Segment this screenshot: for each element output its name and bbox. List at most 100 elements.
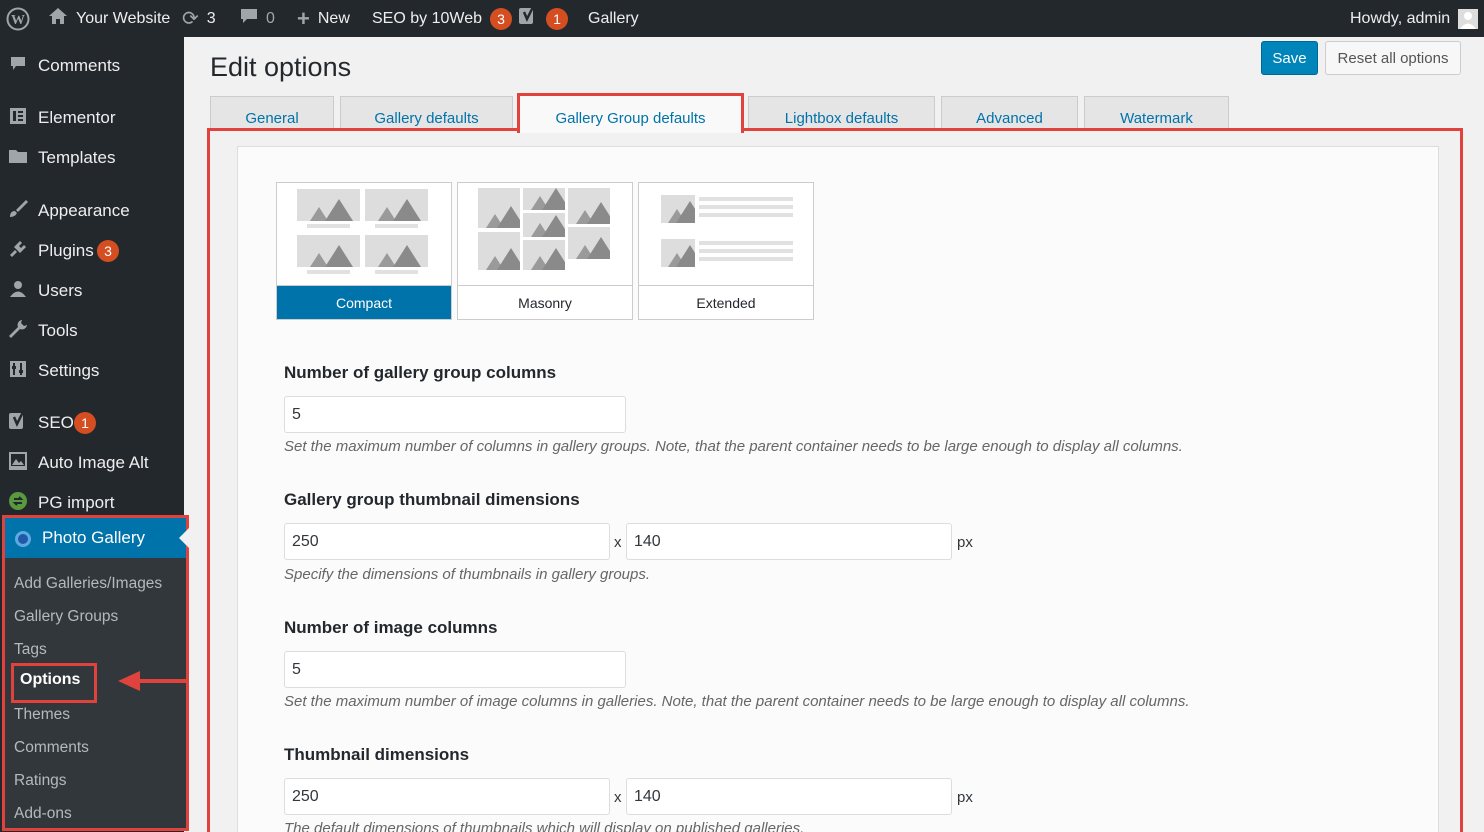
yoast-badge: 1 [546, 7, 568, 30]
updates-count: 3 [206, 9, 216, 27]
update-icon: ⟳ [182, 8, 199, 30]
sidebar-item-tools[interactable]: Tools [0, 313, 184, 349]
gallery-label: Gallery [588, 9, 639, 27]
tab-watermark[interactable]: Watermark [1084, 96, 1229, 132]
yoast-link[interactable]: 1 [518, 0, 568, 37]
save-button[interactable]: Save [1261, 41, 1318, 75]
wordpress-icon[interactable]: W [6, 0, 30, 37]
submenu-add-ons[interactable]: Add-ons [14, 805, 72, 823]
submenu-tags[interactable]: Tags [14, 641, 47, 659]
sidebar-item-label: Auto Image Alt [38, 453, 149, 472]
thumbnail-width-input[interactable]: 250 [284, 778, 610, 815]
sidebar-item-plugins[interactable]: Plugins 3 [0, 233, 184, 269]
view-compact[interactable]: Compact [276, 182, 452, 320]
brush-icon [7, 199, 29, 224]
seo-10web-link[interactable]: SEO by 10Web 3 [372, 0, 512, 37]
settings-icon [7, 360, 29, 383]
thumbnail-height-input[interactable]: 140 [626, 778, 952, 815]
tab-general[interactable]: General [210, 96, 334, 132]
photo-gallery-label: Photo Gallery [42, 528, 145, 547]
annotation-arrow-head [118, 671, 140, 691]
sidebar-item-appearance[interactable]: Appearance [0, 193, 184, 229]
yoast-icon [7, 410, 29, 436]
group-thumbnail-dimensions-label: Gallery group thumbnail dimensions [284, 490, 580, 509]
user-icon [7, 280, 29, 303]
sidebar-item-seo[interactable]: SEO 1 [0, 405, 184, 441]
admin-bar: W Your Website ⟳ 3 0 + New SEO by 10Web … [0, 0, 1484, 37]
tab-gallery-defaults[interactable]: Gallery defaults [340, 96, 513, 132]
gallery-link[interactable]: Gallery [588, 0, 639, 37]
tab-gallery-group-defaults[interactable]: Gallery Group defaults [517, 93, 744, 133]
sidebar-item-label: Tools [38, 321, 78, 340]
gallery-group-columns-label: Number of gallery group columns [284, 363, 557, 382]
submenu-themes[interactable]: Themes [14, 706, 70, 724]
image-icon [7, 451, 29, 476]
sidebar-item-label: PG import [38, 493, 115, 512]
comments-link[interactable]: 0 [240, 0, 275, 37]
site-name-link[interactable]: Your Website [48, 0, 170, 37]
howdy-text: Howdy, admin [1350, 9, 1451, 27]
sidebar-item-settings[interactable]: Settings [0, 353, 184, 389]
home-icon [48, 7, 68, 30]
plugins-badge: 3 [97, 240, 119, 262]
sidebar-item-auto-image-alt[interactable]: Auto Image Alt [0, 445, 184, 481]
dimension-separator: x [614, 789, 622, 806]
sidebar-item-templates[interactable]: Templates [0, 140, 184, 176]
site-name: Your Website [76, 9, 171, 27]
comment-icon [7, 56, 29, 77]
plugin-icon [7, 239, 29, 264]
updates-link[interactable]: ⟳ 3 [182, 0, 216, 37]
sidebar-item-label: Appearance [38, 201, 130, 220]
seo-label: SEO by 10Web [372, 9, 482, 27]
sidebar-item-label: Settings [38, 361, 100, 380]
submenu-add-galleries[interactable]: Add Galleries/Images [14, 575, 162, 593]
new-label: New [317, 9, 350, 27]
dimension-separator: x [614, 534, 622, 551]
submenu-options[interactable]: Options [20, 671, 80, 689]
active-indicator [179, 528, 189, 548]
sidebar-item-users[interactable]: Users [0, 273, 184, 309]
new-content-link[interactable]: + New [297, 0, 350, 37]
folder-icon [7, 148, 29, 169]
gallery-group-columns-description: Set the maximum number of columns in gal… [284, 438, 1183, 455]
account-menu[interactable]: Howdy, admin [1350, 0, 1479, 37]
page-title: Edit options [210, 52, 352, 82]
options-content: Compact Masonry Extended Number of galle… [237, 146, 1439, 832]
photo-gallery-menu: Photo Gallery Add Galleries/Images Galle… [2, 515, 189, 831]
extended-preview [639, 183, 813, 284]
sidebar-item-label: Users [38, 281, 83, 300]
image-columns-input[interactable]: 5 [284, 651, 626, 688]
yoast-icon [518, 6, 538, 31]
photo-gallery-icon [15, 531, 31, 547]
tab-lightbox-defaults[interactable]: Lightbox defaults [748, 96, 935, 132]
options-panel: Compact Masonry Extended Number of galle… [207, 128, 1463, 832]
comments-count: 0 [266, 9, 275, 27]
image-columns-label: Number of image columns [284, 618, 498, 637]
compact-preview [277, 183, 451, 284]
elementor-icon [7, 107, 29, 130]
svg-text:W: W [11, 13, 25, 28]
view-extended[interactable]: Extended [638, 182, 814, 320]
sidebar-item-label: Templates [38, 148, 116, 167]
sidebar-item-photo-gallery[interactable]: Photo Gallery [5, 518, 189, 558]
seo-badge: 1 [74, 412, 96, 434]
sidebar-item-label: Plugins [38, 241, 94, 260]
group-thumbnail-width-input[interactable]: 250 [284, 523, 610, 560]
gallery-group-columns-input[interactable]: 5 [284, 396, 626, 433]
submenu-gallery-groups[interactable]: Gallery Groups [14, 608, 118, 626]
group-thumbnail-height-input[interactable]: 140 [626, 523, 952, 560]
thumbnail-dimensions-label: Thumbnail dimensions [284, 745, 470, 764]
sidebar-item-label: Comments [38, 56, 121, 75]
submenu-comments[interactable]: Comments [14, 739, 89, 757]
unit-label: px [957, 534, 973, 551]
sidebar-item-comments[interactable]: Comments [0, 48, 184, 84]
sidebar-item-elementor[interactable]: Elementor [0, 100, 184, 136]
unit-label: px [957, 789, 973, 806]
reset-all-options-button[interactable]: Reset all options [1325, 41, 1461, 75]
import-icon [7, 491, 29, 516]
group-thumbnail-dimensions-description: Specify the dimensions of thumbnails in … [284, 566, 651, 583]
view-masonry[interactable]: Masonry [457, 182, 633, 320]
submenu-ratings[interactable]: Ratings [14, 772, 67, 790]
thumbnail-dimensions-description: The default dimensions of thumbnails whi… [284, 820, 805, 832]
tab-advanced[interactable]: Advanced [941, 96, 1078, 132]
